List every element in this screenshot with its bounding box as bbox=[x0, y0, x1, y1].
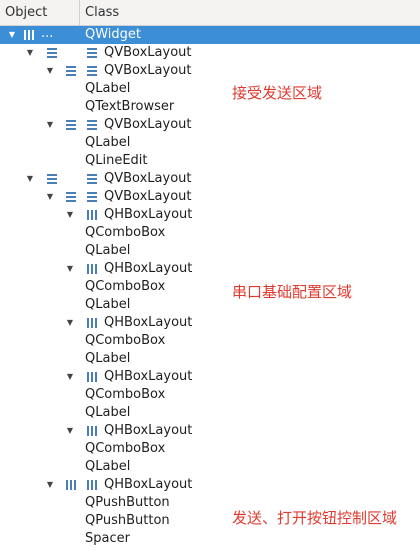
vbox-layout-icon bbox=[87, 120, 97, 130]
class-name: QVBoxLayout bbox=[104, 117, 192, 132]
hbox-layout-icon bbox=[87, 372, 97, 382]
collapse-arrow-icon[interactable]: ▼ bbox=[6, 26, 18, 44]
annotation-send-control-area: 发送、打开按钮控制区域 bbox=[232, 509, 398, 527]
tree-row-qlabel[interactable]: QLabel bbox=[0, 296, 420, 314]
class-name: QComboBox bbox=[85, 441, 166, 456]
tree-row-vboxlayout[interactable]: ▼ QVBoxLayout bbox=[0, 188, 420, 206]
tree-row-qlineedit[interactable]: QLineEdit bbox=[0, 152, 420, 170]
tree-row-hboxlayout[interactable]: ▼ QHBoxLayout bbox=[0, 206, 420, 224]
tree-row-hboxlayout[interactable]: ▼ QHBoxLayout bbox=[0, 314, 420, 332]
tree-row-qlabel[interactable]: QLabel bbox=[0, 458, 420, 476]
hbox-layout-icon bbox=[87, 426, 97, 436]
collapse-arrow-icon[interactable]: ▼ bbox=[64, 206, 76, 224]
class-name: QHBoxLayout bbox=[104, 261, 193, 276]
vbox-layout-icon bbox=[66, 192, 76, 202]
tree-row-hboxlayout[interactable]: ▼ QHBoxLayout bbox=[0, 422, 420, 440]
class-name: QVBoxLayout bbox=[104, 45, 192, 60]
class-name: QLabel bbox=[85, 243, 131, 258]
vbox-layout-icon bbox=[47, 174, 57, 184]
class-name: QLabel bbox=[85, 405, 131, 420]
class-name: QLabel bbox=[85, 297, 131, 312]
class-name: QComboBox bbox=[85, 225, 166, 240]
class-name: QVBoxLayout bbox=[104, 171, 192, 186]
annotation-serial-config-area: 串口基础配置区域 bbox=[232, 283, 353, 301]
collapse-arrow-icon[interactable]: ▼ bbox=[44, 62, 56, 80]
tree-row-hboxlayout[interactable]: ▼ QHBoxLayout bbox=[0, 476, 420, 494]
tree-row-qlabel[interactable]: QLabel bbox=[0, 242, 420, 260]
class-column-header[interactable]: Class bbox=[80, 0, 415, 25]
tree-row-vboxlayout[interactable]: ▼ QVBoxLayout bbox=[0, 62, 420, 80]
hbox-layout-icon bbox=[66, 480, 76, 490]
collapse-arrow-icon[interactable]: ▼ bbox=[64, 260, 76, 278]
collapse-arrow-icon[interactable]: ▼ bbox=[64, 368, 76, 386]
collapse-arrow-icon[interactable]: ▼ bbox=[64, 422, 76, 440]
hbox-layout-icon bbox=[87, 264, 97, 274]
class-name: Spacer bbox=[85, 531, 130, 546]
hbox-layout-icon bbox=[87, 480, 97, 490]
tree-row-vboxlayout[interactable]: ▼ QVBoxLayout bbox=[0, 44, 420, 62]
collapse-arrow-icon[interactable]: ▼ bbox=[64, 314, 76, 332]
class-name: QVBoxLayout bbox=[104, 63, 192, 78]
vbox-layout-icon bbox=[47, 48, 57, 58]
vbox-layout-icon bbox=[66, 120, 76, 130]
tree-row-spacer[interactable]: Spacer bbox=[0, 530, 420, 548]
hbox-layout-icon bbox=[87, 318, 97, 328]
object-name-ellipsis: ... bbox=[41, 26, 54, 41]
tree-row-qcombobox[interactable]: QComboBox bbox=[0, 224, 420, 242]
class-name: QLineEdit bbox=[85, 153, 148, 168]
class-name: QLabel bbox=[85, 81, 131, 96]
tree-row-qlabel[interactable]: QLabel bbox=[0, 80, 420, 98]
class-name: QComboBox bbox=[85, 333, 166, 348]
class-name: QHBoxLayout bbox=[104, 477, 193, 492]
class-name: QHBoxLayout bbox=[104, 369, 193, 384]
tree-row-qcombobox[interactable]: QComboBox bbox=[0, 332, 420, 350]
class-name: QTextBrowser bbox=[85, 99, 175, 114]
tree-row-qcombobox[interactable]: QComboBox bbox=[0, 386, 420, 404]
class-name: QComboBox bbox=[85, 279, 166, 294]
class-name: QLabel bbox=[85, 459, 131, 474]
tree-row-qlabel[interactable]: QLabel bbox=[0, 134, 420, 152]
class-name: QPushButton bbox=[85, 513, 170, 528]
tree-row-qcombobox[interactable]: QComboBox bbox=[0, 278, 420, 296]
class-name: QLabel bbox=[85, 135, 131, 150]
class-name: QWidget bbox=[85, 27, 142, 42]
collapse-arrow-icon[interactable]: ▼ bbox=[24, 170, 36, 188]
tree-row-hboxlayout[interactable]: ▼ QHBoxLayout bbox=[0, 368, 420, 386]
class-name: QHBoxLayout bbox=[104, 207, 193, 222]
vbox-layout-icon bbox=[87, 48, 97, 58]
tree-row-qtextbrowser[interactable]: QTextBrowser bbox=[0, 98, 420, 116]
object-column-header[interactable]: Object bbox=[0, 0, 80, 25]
collapse-arrow-icon[interactable]: ▼ bbox=[44, 116, 56, 134]
vbox-layout-icon bbox=[66, 66, 76, 76]
collapse-arrow-icon[interactable]: ▼ bbox=[44, 188, 56, 206]
annotation-receive-send-area: 接受发送区域 bbox=[232, 84, 323, 102]
vbox-layout-icon bbox=[87, 66, 97, 76]
class-name: QLabel bbox=[85, 351, 131, 366]
tree-row-qcombobox[interactable]: QComboBox bbox=[0, 440, 420, 458]
class-name: QVBoxLayout bbox=[104, 189, 192, 204]
class-name: QComboBox bbox=[85, 387, 166, 402]
vbox-layout-icon bbox=[87, 174, 97, 184]
tree-row-vboxlayout[interactable]: ▼ QVBoxLayout bbox=[0, 170, 420, 188]
collapse-arrow-icon[interactable]: ▼ bbox=[44, 476, 56, 494]
vbox-layout-icon bbox=[87, 192, 97, 202]
tree-row-qlabel[interactable]: QLabel bbox=[0, 350, 420, 368]
tree-row-qlabel[interactable]: QLabel bbox=[0, 404, 420, 422]
class-name: QHBoxLayout bbox=[104, 315, 193, 330]
collapse-arrow-icon[interactable]: ▼ bbox=[24, 44, 36, 62]
column-header: Object Class bbox=[0, 0, 420, 26]
tree-row-hboxlayout[interactable]: ▼ QHBoxLayout bbox=[0, 260, 420, 278]
hbox-layout-icon bbox=[87, 210, 97, 220]
widget-layout-icon bbox=[24, 30, 34, 40]
tree-row-qwidget[interactable]: ▼ ... QWidget bbox=[0, 26, 420, 44]
tree-row-vboxlayout[interactable]: ▼ QVBoxLayout bbox=[0, 116, 420, 134]
class-name: QPushButton bbox=[85, 495, 170, 510]
class-name: QHBoxLayout bbox=[104, 423, 193, 438]
